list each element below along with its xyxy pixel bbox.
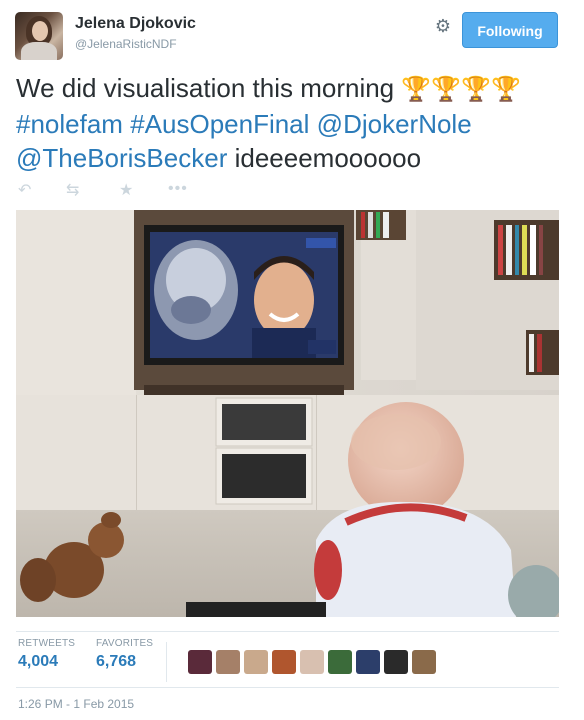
hashtag-link[interactable]: #nolefam bbox=[16, 109, 123, 139]
avatar[interactable] bbox=[328, 650, 352, 674]
mention-link[interactable]: @DjokerNole bbox=[317, 109, 472, 139]
following-button[interactable]: Following bbox=[462, 12, 558, 48]
avatar[interactable] bbox=[15, 12, 63, 60]
trophy-icon: 🏆 bbox=[401, 76, 432, 103]
user-handle[interactable]: @JelenaRisticNDF bbox=[75, 37, 177, 51]
divider bbox=[16, 631, 559, 632]
tweet-text-tail: ideeeemoooooo bbox=[234, 143, 422, 173]
avatar[interactable] bbox=[356, 650, 380, 674]
avatar[interactable] bbox=[244, 650, 268, 674]
star-icon[interactable]: ★ bbox=[119, 180, 133, 200]
tweet-text-lead: We did visualisation this morning bbox=[16, 73, 395, 103]
retweets-stat[interactable]: RETWEETS 4,004 bbox=[18, 638, 88, 671]
tweet-header: Jelena Djokovic @JelenaRisticNDF ⚙ Follo… bbox=[15, 12, 569, 60]
avatar[interactable] bbox=[188, 650, 212, 674]
avatar[interactable] bbox=[300, 650, 324, 674]
trophy-icon: 🏆 bbox=[431, 76, 462, 103]
avatar[interactable] bbox=[272, 650, 296, 674]
tweet-photo[interactable] bbox=[16, 210, 559, 617]
retweets-count: 4,004 bbox=[18, 653, 59, 670]
hashtag-link[interactable]: #AusOpenFinal bbox=[130, 109, 309, 139]
favorites-label: FAVORITES bbox=[96, 638, 154, 649]
timestamp[interactable]: 1:26 PM - 1 Feb 2015 bbox=[18, 697, 134, 711]
more-icon[interactable]: ••• bbox=[168, 180, 188, 198]
avatar[interactable] bbox=[384, 650, 408, 674]
favorites-stat[interactable]: FAVORITES 6,768 bbox=[96, 638, 166, 671]
reply-icon[interactable]: ↶ bbox=[18, 180, 31, 200]
retweet-icon[interactable]: ⇆ bbox=[66, 180, 79, 200]
avatar[interactable] bbox=[216, 650, 240, 674]
tweet-text: We did visualisation this morning 🏆🏆🏆🏆 #… bbox=[16, 71, 561, 175]
gear-icon[interactable]: ⚙ bbox=[433, 16, 453, 36]
mention-link[interactable]: @TheBorisBecker bbox=[16, 143, 227, 173]
user-name[interactable]: Jelena Djokovic bbox=[75, 15, 196, 33]
avatar[interactable] bbox=[412, 650, 436, 674]
trophy-icon: 🏆 bbox=[461, 76, 492, 103]
retweets-label: RETWEETS bbox=[18, 638, 76, 649]
divider bbox=[166, 642, 167, 682]
trophy-icon: 🏆 bbox=[491, 76, 521, 103]
divider bbox=[16, 687, 559, 688]
favorites-count: 6,768 bbox=[96, 653, 137, 670]
